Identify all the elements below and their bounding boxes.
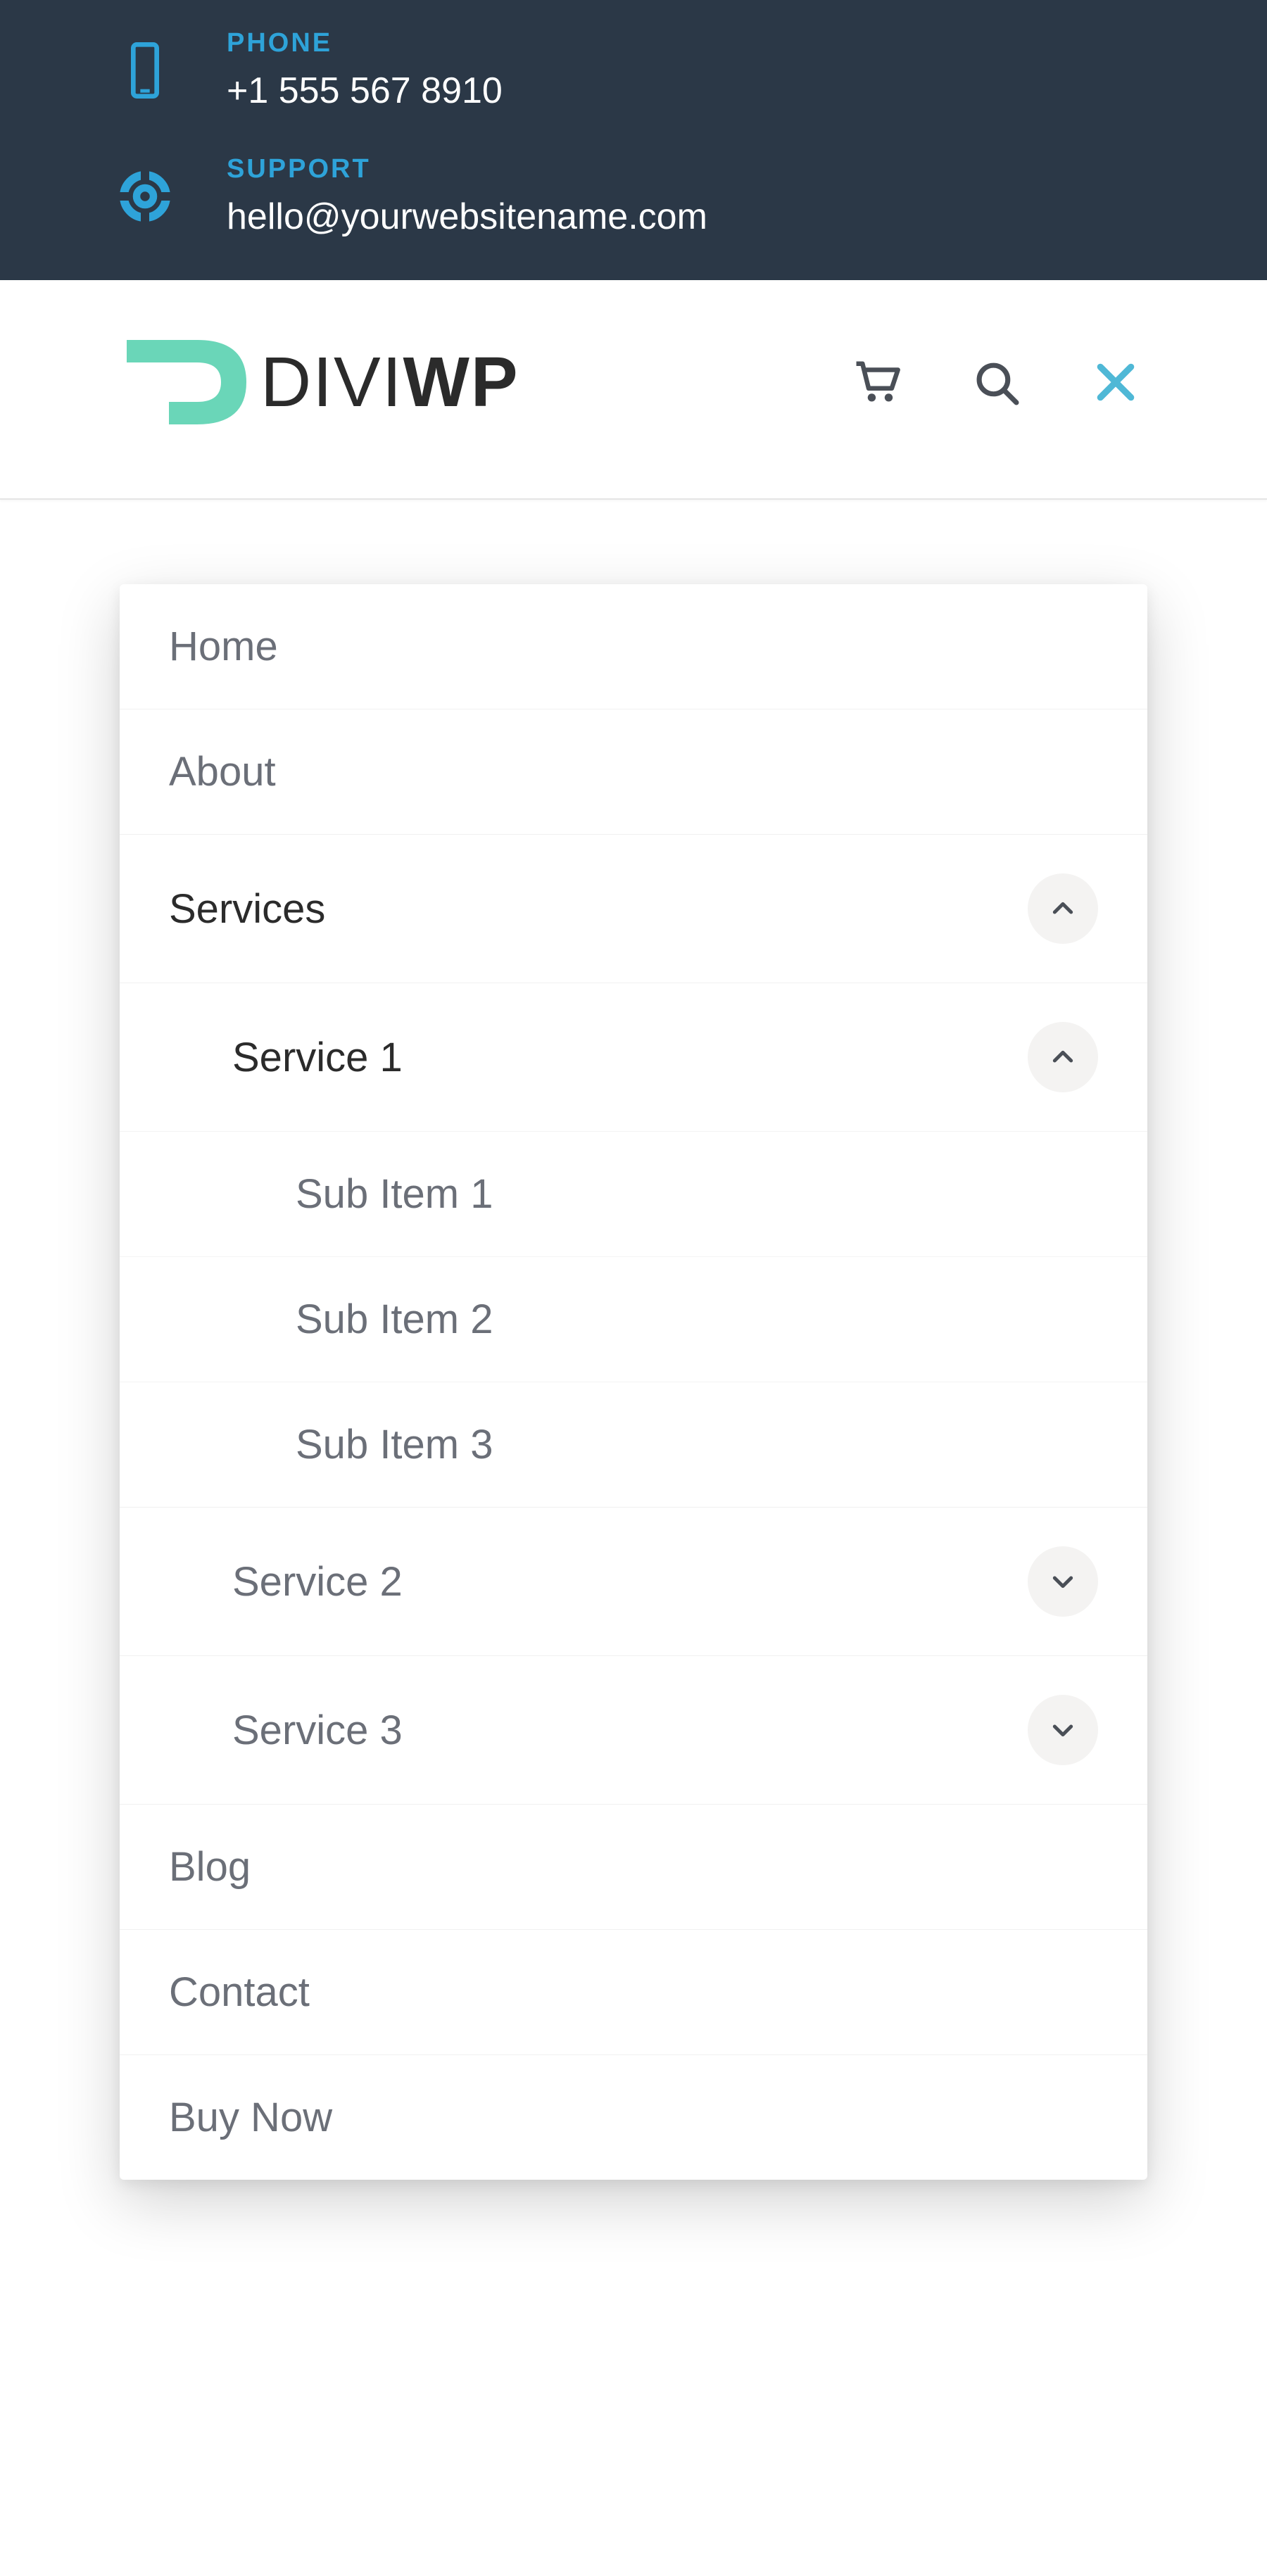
cart-icon[interactable] bbox=[852, 358, 901, 407]
nav-service-1-label: Service 1 bbox=[232, 1034, 1028, 1081]
nav-home-label: Home bbox=[169, 623, 1098, 670]
nav-service-1-sub-1-label: Sub Item 1 bbox=[296, 1170, 1098, 1218]
nav-blog-label: Blog bbox=[169, 1843, 1098, 1890]
nav-service-1-sub-2[interactable]: Sub Item 2 bbox=[120, 1256, 1147, 1382]
nav-contact[interactable]: Contact bbox=[120, 1929, 1147, 2054]
nav-service-1-sub-3[interactable]: Sub Item 3 bbox=[120, 1382, 1147, 1507]
support-value[interactable]: hello@yourwebsitename.com bbox=[227, 196, 707, 238]
nav-buy-now[interactable]: Buy Now bbox=[120, 2054, 1147, 2180]
nav-home[interactable]: Home bbox=[120, 584, 1147, 709]
topbar-phone-text: PHONE +1 555 567 8910 bbox=[227, 28, 503, 112]
chevron-down-icon bbox=[1049, 1567, 1077, 1596]
chevron-up-icon bbox=[1049, 1043, 1077, 1071]
nav-service-1-sub-1[interactable]: Sub Item 1 bbox=[120, 1131, 1147, 1256]
nav-service-2-label: Service 2 bbox=[232, 1558, 1028, 1605]
nav-buy-now-label: Buy Now bbox=[169, 2094, 1098, 2141]
phone-value[interactable]: +1 555 567 8910 bbox=[227, 70, 503, 112]
nav-about[interactable]: About bbox=[120, 709, 1147, 834]
search-icon[interactable] bbox=[971, 358, 1021, 407]
close-menu-icon[interactable] bbox=[1091, 358, 1140, 407]
topbar: PHONE +1 555 567 8910 SUPPORT hello@your… bbox=[0, 0, 1267, 280]
mobile-nav-menu: Home About Services Service 1 Sub Item 1… bbox=[120, 584, 1147, 2180]
topbar-phone-row: PHONE +1 555 567 8910 bbox=[120, 28, 1147, 112]
nav-service-2[interactable]: Service 2 bbox=[120, 1507, 1147, 1655]
header-icons bbox=[852, 358, 1140, 407]
support-label: SUPPORT bbox=[227, 154, 707, 184]
topbar-support-text: SUPPORT hello@yourwebsitename.com bbox=[227, 154, 707, 238]
logo-text: DIVIWP bbox=[260, 342, 519, 423]
nav-service-1-sub-2-label: Sub Item 2 bbox=[296, 1296, 1098, 1343]
support-icon bbox=[120, 171, 170, 222]
chevron-up-icon bbox=[1049, 895, 1077, 923]
phone-label: PHONE bbox=[227, 28, 503, 58]
phone-icon bbox=[120, 45, 170, 96]
nav-services[interactable]: Services bbox=[120, 834, 1147, 983]
nav-service-3[interactable]: Service 3 bbox=[120, 1655, 1147, 1804]
nav-services-label: Services bbox=[169, 885, 1028, 933]
nav-contact-label: Contact bbox=[169, 1969, 1098, 2016]
chevron-down-icon bbox=[1049, 1716, 1077, 1744]
logo-mark-icon bbox=[120, 329, 260, 435]
nav-service-1-toggle[interactable] bbox=[1028, 1022, 1098, 1092]
nav-service-3-toggle[interactable] bbox=[1028, 1695, 1098, 1765]
topbar-support-row: SUPPORT hello@yourwebsitename.com bbox=[120, 154, 1147, 238]
logo[interactable]: DIVIWP bbox=[120, 329, 519, 435]
site-header: DIVIWP bbox=[0, 280, 1267, 500]
nav-blog[interactable]: Blog bbox=[120, 1804, 1147, 1929]
nav-service-1-sub-3-label: Sub Item 3 bbox=[296, 1421, 1098, 1468]
nav-services-toggle[interactable] bbox=[1028, 873, 1098, 944]
logo-text-light: DIVI bbox=[260, 343, 403, 422]
nav-service-1[interactable]: Service 1 bbox=[120, 983, 1147, 1131]
nav-service-2-toggle[interactable] bbox=[1028, 1546, 1098, 1617]
nav-services-submenu: Service 1 Sub Item 1 Sub Item 2 Sub Item… bbox=[120, 983, 1147, 1804]
nav-service-3-label: Service 3 bbox=[232, 1707, 1028, 1754]
nav-service-1-submenu: Sub Item 1 Sub Item 2 Sub Item 3 bbox=[120, 1131, 1147, 1507]
logo-text-bold: WP bbox=[403, 343, 519, 422]
nav-about-label: About bbox=[169, 748, 1098, 795]
